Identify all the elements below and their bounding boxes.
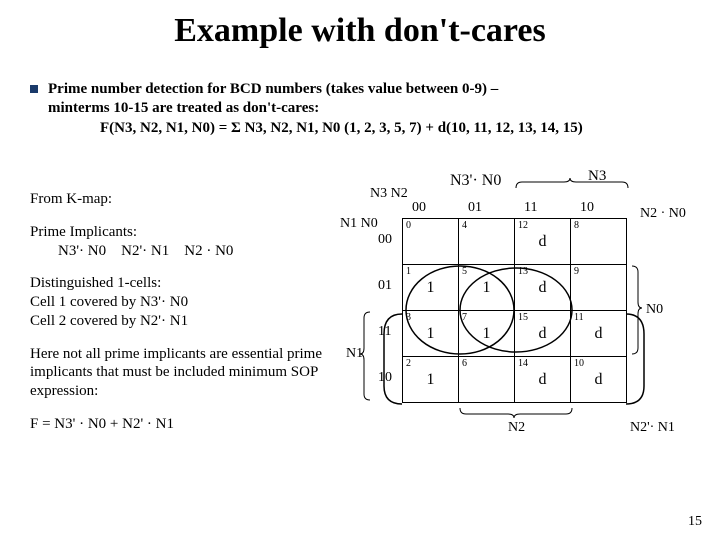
bottom-n2p-n1: N2'· N1 bbox=[630, 420, 675, 436]
row-01: 01 bbox=[378, 278, 392, 294]
bottom-n2: N2 bbox=[508, 420, 525, 436]
row-00: 00 bbox=[378, 232, 392, 248]
cell-7: 71 bbox=[459, 311, 515, 357]
axis-left: N1 N0 bbox=[340, 216, 378, 232]
col-00: 00 bbox=[412, 200, 426, 216]
kmap-grid: 0 4 12d 8 11 51 13d 9 31 71 15d 11d 21 6… bbox=[402, 218, 627, 403]
intro-line1: Prime number detection for BCD numbers (… bbox=[48, 80, 498, 99]
page-number: 15 bbox=[688, 514, 702, 530]
row-10: 10 bbox=[378, 370, 392, 386]
distinguished-hdr: Distinguished 1-cells: bbox=[30, 274, 330, 293]
row-11: 11 bbox=[378, 324, 391, 340]
function-expr: F(N3, N2, N1, N0) = Σ N3, N2, N1, N0 (1,… bbox=[100, 120, 690, 137]
dist-2: Cell 2 covered by N2'· N1 bbox=[30, 312, 330, 331]
pi-2: N2'· N1 bbox=[121, 243, 169, 259]
prime-implicants-list: N3'· N0 N2'· N1 N2 · N0 bbox=[58, 242, 330, 261]
cell-12: 12d bbox=[515, 219, 571, 265]
intro-text: Prime number detection for BCD numbers (… bbox=[48, 80, 498, 118]
cell-2: 21 bbox=[403, 357, 459, 403]
cell-0: 0 bbox=[403, 219, 459, 265]
intro-line2: minterms 10-15 are treated as don't-care… bbox=[48, 99, 498, 118]
note-text: Here not all prime implicants are essent… bbox=[30, 345, 330, 401]
side-n2n0: N2 · N0 bbox=[640, 206, 686, 222]
final-expr: F = N3' · N0 + N2' · N1 bbox=[30, 415, 330, 434]
page-title: Example with don't-cares bbox=[0, 0, 720, 50]
col-11: 11 bbox=[524, 200, 537, 216]
cell-9: 9 bbox=[571, 265, 627, 311]
dist-1: Cell 1 covered by N3'· N0 bbox=[30, 293, 330, 312]
cell-10: 10d bbox=[571, 357, 627, 403]
cell-1: 11 bbox=[403, 265, 459, 311]
pi-1: N3'· N0 bbox=[58, 243, 106, 259]
pi-3: N2 · N0 bbox=[184, 243, 233, 259]
bullet-icon bbox=[30, 85, 38, 93]
cell-13: 13d bbox=[515, 265, 571, 311]
intro-bullet: Prime number detection for BCD numbers (… bbox=[30, 80, 690, 118]
oval-label-top: N3'· N0 bbox=[450, 172, 501, 190]
cell-14: 14d bbox=[515, 357, 571, 403]
col-01: 01 bbox=[468, 200, 482, 216]
cell-15: 15d bbox=[515, 311, 571, 357]
prime-implicants-hdr: Prime Implicants: bbox=[30, 223, 330, 242]
cell-4: 4 bbox=[459, 219, 515, 265]
cell-11: 11d bbox=[571, 311, 627, 357]
left-column: From K-map: Prime Implicants: N3'· N0 N2… bbox=[30, 190, 330, 434]
axis-top: N3 N2 bbox=[370, 186, 408, 202]
side-n1: N1 bbox=[346, 346, 363, 362]
cell-6: 6 bbox=[459, 357, 515, 403]
cell-5: 51 bbox=[459, 265, 515, 311]
side-n0: N0 bbox=[646, 302, 663, 318]
from-kmap: From K-map: bbox=[30, 190, 330, 209]
cell-8: 8 bbox=[571, 219, 627, 265]
cell-3: 31 bbox=[403, 311, 459, 357]
brace-n3: N3 bbox=[588, 168, 606, 185]
body: Prime number detection for BCD numbers (… bbox=[30, 80, 690, 137]
col-10: 10 bbox=[580, 200, 594, 216]
